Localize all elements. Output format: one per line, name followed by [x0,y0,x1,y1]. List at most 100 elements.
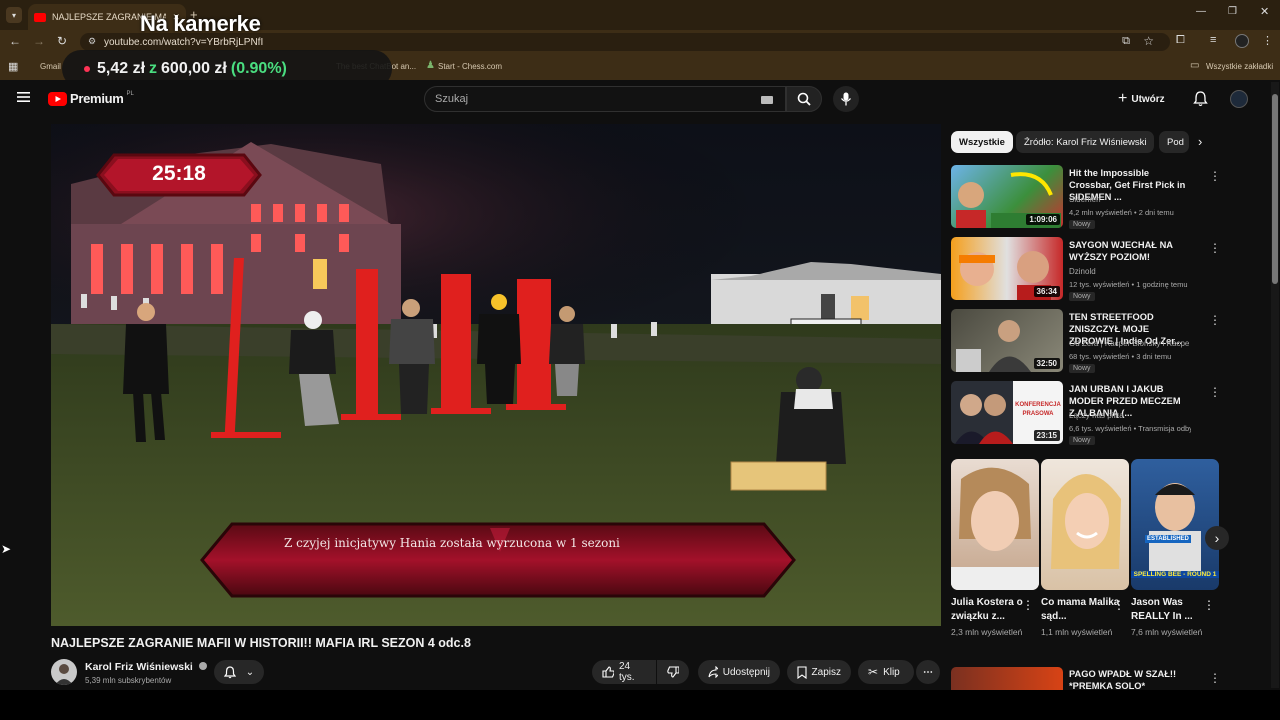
short-views: 1,1 mln wyświetleń [1041,627,1113,637]
short-thumbnail[interactable] [1041,459,1129,590]
close-window-icon[interactable]: ✕ [1260,5,1269,18]
apps-grid-icon[interactable]: ▦ [8,60,18,73]
media-control-icon[interactable]: ≡ [1210,34,1216,46]
channel-name: Dzinold [1069,267,1096,276]
video-menu-icon[interactable]: ⋮ [1209,671,1221,685]
channel-name-text: Karol Friz Wiśniewski [85,661,193,673]
thumb-down-icon [667,666,679,678]
search-input[interactable]: Szukaj [424,86,786,112]
video-menu-icon[interactable]: ⋮ [1209,241,1221,255]
url-text: youtube.com/watch?v=YBrbRjLPNfI [104,36,264,48]
scrollbar-thumb[interactable] [1272,94,1278,284]
subscription-bell-button[interactable]: ⌄ [214,660,264,684]
share-button[interactable]: Udostępnij [698,660,780,684]
video-duration: 36:34 [1033,286,1060,297]
new-badge: Nowy [1069,292,1095,301]
youtube-favicon-icon [34,12,46,22]
maximize-icon[interactable]: ❐ [1228,6,1237,17]
tab-search-icon[interactable]: ▾ [6,7,22,23]
recommended-video[interactable]: 32:50 TEN STREETFOOD ZNISZCZYŁ MOJE ZDRO… [951,309,1251,375]
minimize-icon[interactable]: — [1196,6,1206,17]
video-thumbnail[interactable] [951,667,1063,690]
account-avatar[interactable] [1230,90,1248,108]
keyboard-icon[interactable] [761,96,773,104]
like-button[interactable]: 24 tys. [592,660,656,684]
video-thumbnail[interactable]: 36:34 [951,237,1063,300]
share-icon [708,666,718,678]
video-thumbnail[interactable]: KONFERENCJA PRASOWA 23:15 [951,381,1063,444]
search-button[interactable] [786,86,822,112]
save-button[interactable]: Zapisz [787,660,851,684]
recommended-video[interactable]: 36:34 SAYGON WJECHAŁ NA WYŻSZY POZIOM! D… [951,237,1251,303]
video-menu-icon[interactable]: ⋮ [1209,169,1221,183]
reload-icon[interactable]: ↻ [57,34,67,48]
profile-avatar[interactable] [1235,34,1249,48]
short-thumbnail[interactable] [951,459,1039,590]
channel-name[interactable]: Karol Friz Wiśniewski [85,661,207,673]
share-label: Udostępnij [722,666,770,678]
chevron-down-icon: ⌄ [245,666,255,678]
recommended-video[interactable]: 1:09:06 Hit the Impossible Crossbar, Get… [951,165,1251,231]
logo-text: Premium [70,91,124,106]
chip-source[interactable]: Źródło: Karol Friz Wiśniewski [1016,131,1155,153]
video-meta: 6,6 tys. wyświetleń • Transmisja odbyła … [1069,424,1191,433]
thumbnail-text: KONFERENCJA PRASOWA [1015,402,1061,417]
donation-amount: 5,42 zł [97,60,146,77]
recommended-video[interactable]: PAGO WPADŁ W SZAŁ!! *PREMKA SOLO* ⋮ [951,667,1251,690]
create-button[interactable]: + Utwórz [1118,88,1178,110]
browser-menu-icon[interactable]: ⋮ [1262,34,1273,47]
bookmark-gmail[interactable]: Gmail [40,62,61,71]
new-badge: Nowy [1069,220,1095,229]
video-menu-icon[interactable]: ⋮ [1209,313,1221,327]
bookmark-chess[interactable]: Start - Chess.com [438,62,502,71]
channel-avatar[interactable] [51,659,77,685]
extensions-icon[interactable]: ⧠ [1176,34,1185,47]
new-badge: Nowy [1069,364,1095,373]
back-icon[interactable]: ← [9,34,21,48]
create-label: Utwórz [1131,93,1165,105]
clip-label: Klip [883,666,900,678]
chip-all[interactable]: Wszystkie [951,131,1013,153]
video-menu-icon[interactable]: ⋮ [1209,385,1221,399]
chess-pawn-icon: ♟ [426,60,435,71]
thumb-up-icon [602,666,614,678]
quiz-question-banner: Z czyjej inicjatywy Hania została wyrzuc… [200,522,796,598]
donation-percent: (0.90%) [230,60,287,77]
shorts-next-button[interactable]: › [1205,526,1229,550]
recommended-video[interactable]: KONFERENCJA PRASOWA 23:15 JAN URBAN I JA… [951,381,1251,447]
save-label: Zapisz [811,666,841,678]
video-thumbnail[interactable]: 32:50 [951,309,1063,372]
all-bookmarks[interactable]: Wszystkie zakładki [1206,62,1273,71]
mouse-cursor-icon: ➤ [1,542,12,556]
plus-icon: + [1118,90,1128,107]
short-menu-icon[interactable]: ⋮ [1203,598,1215,612]
short-views: 2,3 mln wyświetleń [951,627,1023,637]
more-actions-button[interactable]: ⋯ [916,660,940,684]
bookmark-star-icon[interactable]: ☆ [1143,34,1154,48]
voice-search-button[interactable] [833,86,859,112]
chips-next-icon[interactable]: › [1198,134,1202,149]
video-thumbnail[interactable]: 1:09:06 [951,165,1063,228]
video-meta: 12 tys. wyświetleń • 1 godzinę temu [1069,280,1188,289]
more-icon: ⋯ [923,666,933,678]
forward-icon[interactable]: → [33,34,45,48]
chip-related[interactable]: Pod [1159,131,1189,153]
subscriber-count: 5,39 mln subskrybentów [85,676,172,685]
channel-name: Sidemen [1069,195,1101,204]
like-count: 24 tys. [618,661,635,683]
video-title: PAGO WPADŁ W SZAŁ!! *PREMKA SOLO* [1069,669,1177,690]
youtube-premium-logo[interactable]: Premium PL [48,91,134,106]
donation-of: z [149,60,158,77]
short-thumbnail-banner: SPELLING BEE - ROUND 1 [1131,571,1219,578]
short-menu-icon[interactable]: ⋮ [1022,598,1034,612]
clip-button[interactable]: ✂ Klip [858,660,914,684]
page-scrollbar[interactable] [1271,82,1279,688]
dislike-button[interactable] [657,660,689,684]
youtube-logo-icon [48,91,67,106]
guide-menu-icon[interactable] [16,90,32,104]
notifications-bell-icon[interactable] [1193,91,1208,107]
site-info-icon[interactable]: ⚙ [88,36,96,47]
short-menu-icon[interactable]: ⋮ [1113,598,1125,612]
install-app-icon[interactable]: ⧉ [1122,35,1130,48]
short-thumbnail[interactable]: ESTABLISHED SPELLING BEE - ROUND 1 [1131,459,1219,590]
